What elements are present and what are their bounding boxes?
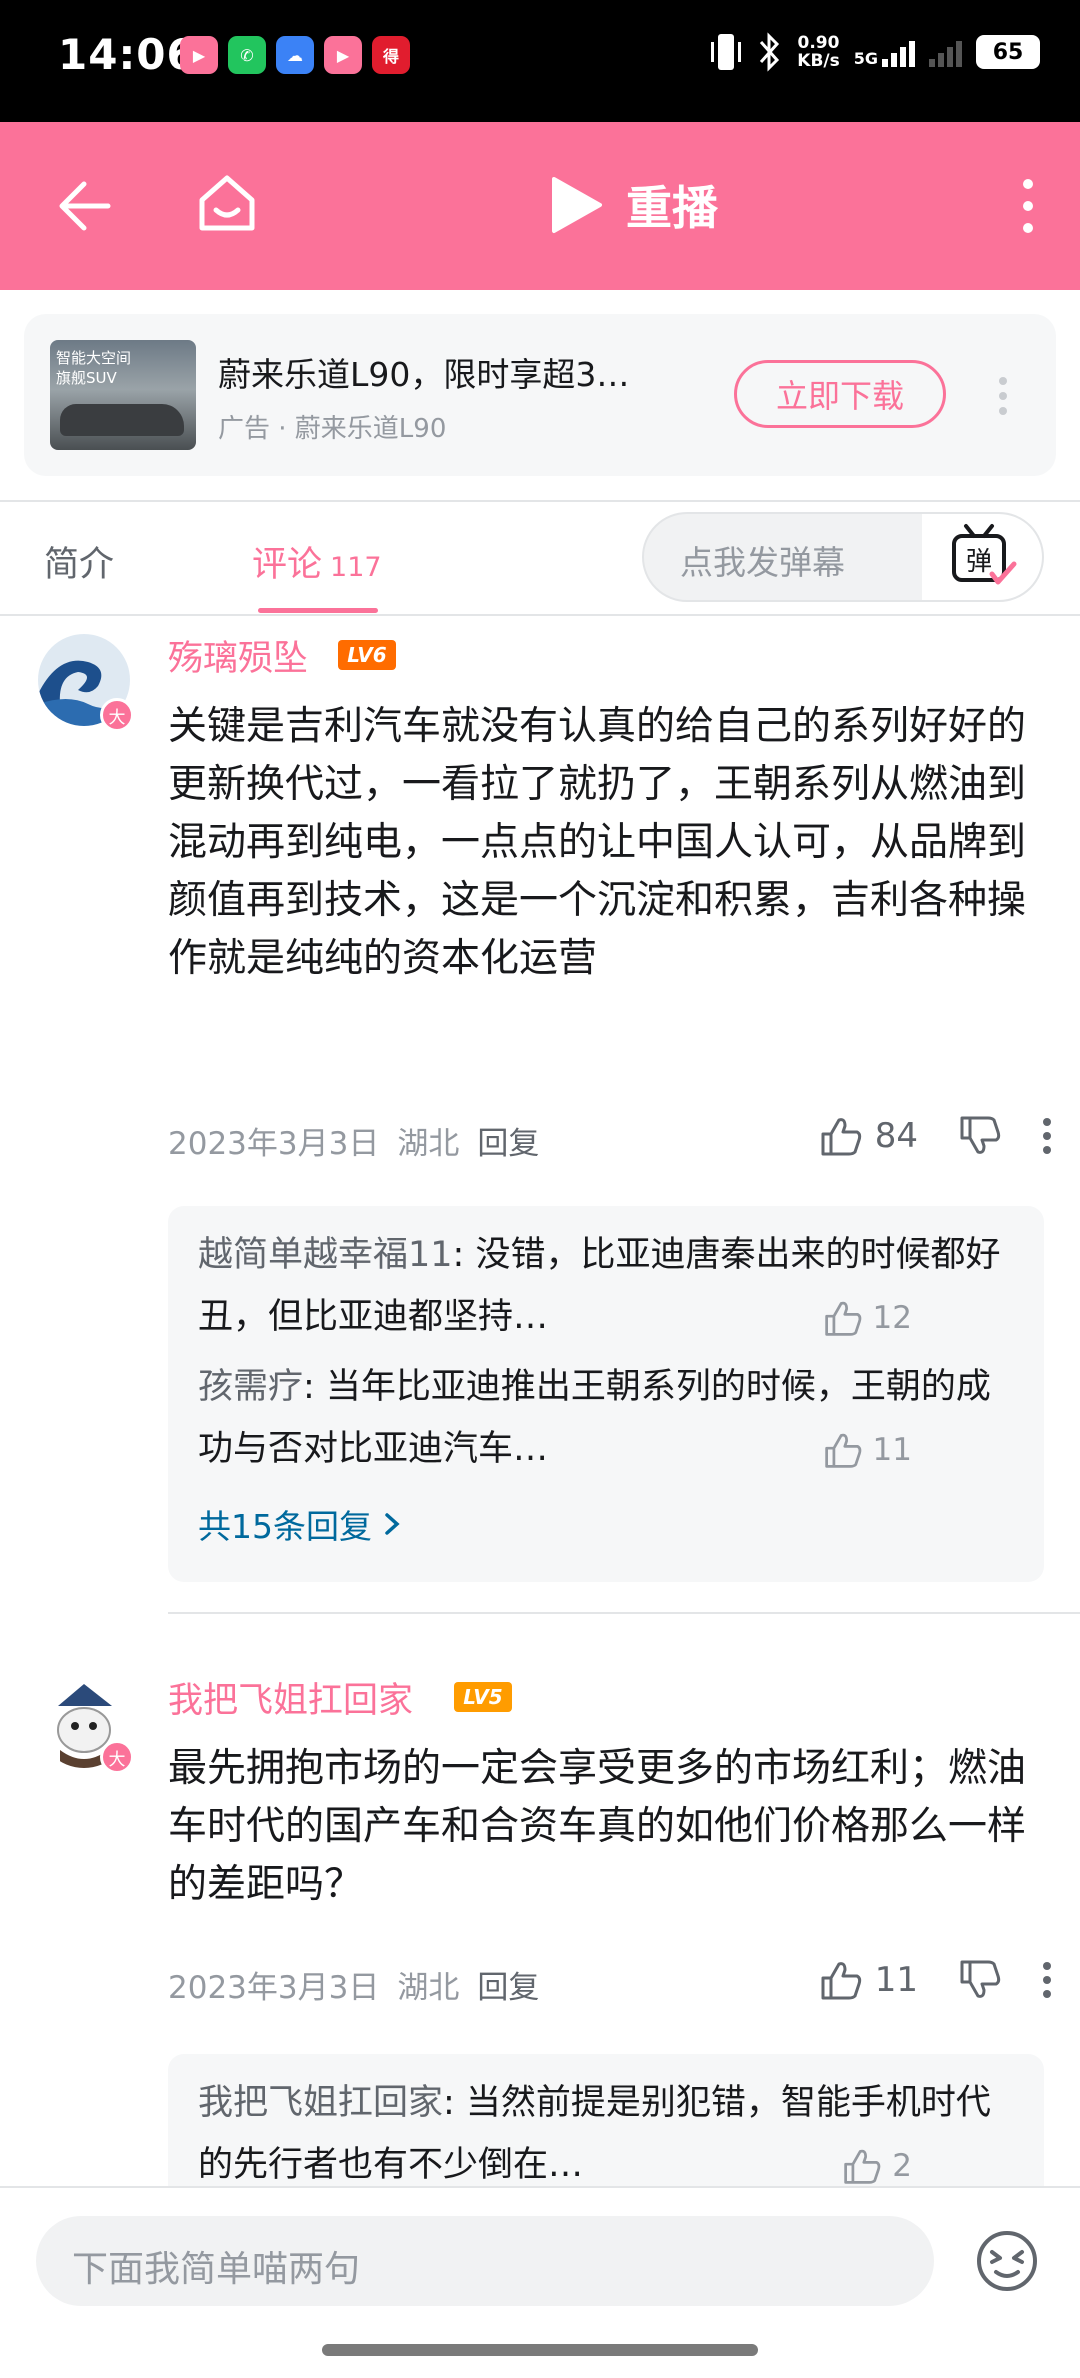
divider bbox=[0, 614, 1080, 616]
vibrate-icon bbox=[711, 34, 742, 70]
comment-date: 2023年3月3日 bbox=[168, 1126, 380, 1162]
thumbs-up-icon bbox=[824, 1301, 861, 1336]
signal-bars-secondary-icon bbox=[929, 37, 962, 67]
thumbs-up-icon bbox=[821, 1118, 861, 1156]
replay-button[interactable]: 重播 bbox=[548, 172, 718, 238]
thumbs-down-icon[interactable] bbox=[958, 1958, 1002, 2002]
video-header: 重播 bbox=[0, 122, 1080, 290]
reply-button[interactable]: 回复 bbox=[477, 1118, 539, 1163]
reply-username[interactable]: 孩需疗 bbox=[198, 1367, 303, 1407]
comment-username[interactable]: 我把飞姐扛回家 bbox=[168, 1672, 413, 1723]
avatar[interactable]: 大 bbox=[38, 634, 134, 732]
reply-like-count: 11 bbox=[872, 1432, 912, 1468]
home-icon[interactable] bbox=[194, 170, 260, 236]
like-count: 11 bbox=[874, 1960, 918, 2000]
play-icon bbox=[552, 177, 602, 233]
replies-box[interactable]: 越简单越幸福11: 没错，比亚迪唐秦出来的时候都好丑，但比亚迪都坚持… 12 孩… bbox=[168, 1206, 1044, 1582]
ad-title: 蔚来乐道L90，限时享超3… bbox=[218, 355, 630, 394]
comment-username[interactable]: 殇璃殒坠 bbox=[168, 630, 308, 681]
notification-icons: ▶ ✆ ☁ ▶ 得 bbox=[180, 36, 410, 74]
comment-meta: 2023年3月3日 湖北 回复 bbox=[168, 1962, 539, 2007]
bilibili-icon: ▶ bbox=[180, 36, 218, 74]
thumbs-down-icon[interactable] bbox=[958, 1114, 1002, 1158]
download-button[interactable]: 立即下载 bbox=[734, 360, 946, 428]
level-badge: LV6 bbox=[338, 640, 396, 670]
status-bar: 14:06 ▶ ✆ ☁ ▶ 得 0.90 KB/s 5G 65 bbox=[0, 0, 1080, 122]
chevron-right-icon bbox=[385, 1513, 400, 1535]
comment-text: 最先拥抱市场的一定会享受更多的市场红利；燃油车时代的国产车和合资车真的如他们价格… bbox=[168, 1746, 1027, 1907]
status-time: 14:06 bbox=[58, 30, 197, 79]
more-icon[interactable] bbox=[1016, 178, 1040, 234]
comment-text: 关键是吉利汽车就没有认真的给自己的系列好好的更新换代过，一看拉了就扔了，王朝系列… bbox=[168, 704, 1027, 981]
reply-like[interactable]: 2 bbox=[842, 2146, 912, 2186]
like-count: 84 bbox=[874, 1116, 918, 1156]
tab-indicator bbox=[258, 608, 378, 613]
reply-username[interactable]: 越简单越幸福11 bbox=[198, 1235, 453, 1275]
reply-button[interactable]: 回复 bbox=[477, 1962, 539, 2007]
comment-date: 2023年3月3日 bbox=[168, 1970, 380, 2006]
ad-subtitle: 广告 · 蔚来乐道L90 bbox=[218, 414, 447, 444]
back-icon[interactable] bbox=[54, 176, 114, 236]
battery-icon: 65 bbox=[976, 35, 1040, 69]
comment-more-icon[interactable] bbox=[1042, 1961, 1052, 1999]
reply-like-count: 12 bbox=[872, 1300, 912, 1336]
thumbs-up-icon bbox=[821, 1962, 861, 2000]
comment-more-icon[interactable] bbox=[1042, 1117, 1052, 1155]
level-badge: LV5 bbox=[454, 1682, 512, 1712]
ad-more-icon[interactable] bbox=[998, 376, 1008, 416]
bluetooth-icon bbox=[760, 32, 780, 72]
ad-card[interactable]: 智能大空间 旗舰SUV 蔚来乐道L90，限时享超3… 广告 · 蔚来乐道L90 … bbox=[24, 314, 1056, 476]
tab-comments-label: 评论 bbox=[252, 545, 323, 585]
like-button[interactable]: 11 bbox=[819, 1958, 918, 2002]
tab-comments-count: 117 bbox=[330, 552, 382, 583]
emoji-icon[interactable] bbox=[974, 2228, 1040, 2294]
vip-badge: 大 bbox=[100, 1740, 134, 1774]
danmaku-button[interactable]: 弹 bbox=[922, 514, 1042, 600]
reply-like[interactable]: 11 bbox=[823, 1430, 912, 1470]
phone-icon: ✆ bbox=[228, 36, 266, 74]
replay-label: 重播 bbox=[626, 181, 718, 235]
bilibili-icon: ▶ bbox=[324, 36, 362, 74]
net-speed: 0.90 KB/s bbox=[797, 33, 840, 71]
avatar[interactable]: 大 bbox=[38, 1676, 134, 1774]
home-indicator[interactable] bbox=[322, 2344, 758, 2356]
comment-meta: 2023年3月3日 湖北 回复 bbox=[168, 1118, 539, 1163]
cloud-icon: ☁ bbox=[276, 36, 314, 74]
divider bbox=[0, 500, 1080, 502]
dewu-icon: 得 bbox=[372, 36, 410, 74]
view-all-replies-label: 共15条回复 bbox=[198, 1507, 372, 1546]
network-type: 5G bbox=[853, 49, 878, 68]
like-button[interactable]: 84 bbox=[819, 1114, 918, 1158]
danmaku-placeholder: 点我发弹幕 bbox=[680, 543, 845, 582]
reply-like-count: 2 bbox=[892, 2148, 912, 2184]
thumbs-up-icon bbox=[844, 2149, 881, 2184]
tab-intro[interactable]: 简介 bbox=[44, 536, 114, 587]
reply-like[interactable]: 12 bbox=[823, 1298, 912, 1338]
danmaku-input[interactable]: 点我发弹幕 弹 bbox=[642, 512, 1044, 602]
comment-location: 湖北 bbox=[397, 1970, 460, 2006]
tab-comments[interactable]: 评论 117 bbox=[252, 536, 382, 587]
comment-location: 湖北 bbox=[397, 1126, 460, 1162]
comment-input-placeholder: 下面我简单喵两句 bbox=[72, 2249, 361, 2290]
danmaku-icon-label: 弹 bbox=[966, 547, 992, 577]
comment-input[interactable]: 下面我简单喵两句 bbox=[36, 2216, 934, 2306]
comment-input-bar: 下面我简单喵两句 bbox=[0, 2186, 1080, 2378]
ad-thumb-text-2: 旗舰SUV bbox=[56, 369, 117, 387]
signal-bars-icon bbox=[882, 37, 915, 67]
car-image bbox=[60, 404, 184, 436]
ad-thumb-text-1: 智能大空间 bbox=[56, 349, 132, 367]
comment-divider bbox=[168, 1612, 1080, 1614]
view-all-replies[interactable]: 共15条回复 bbox=[198, 1500, 402, 1548]
thumbs-up-icon bbox=[824, 1433, 861, 1468]
reply-username[interactable]: 我把飞姐扛回家 bbox=[198, 2083, 443, 2123]
ad-thumbnail: 智能大空间 旗舰SUV bbox=[50, 340, 196, 450]
vip-badge: 大 bbox=[100, 698, 134, 732]
danmaku-icon: 弹 bbox=[952, 524, 1017, 585]
